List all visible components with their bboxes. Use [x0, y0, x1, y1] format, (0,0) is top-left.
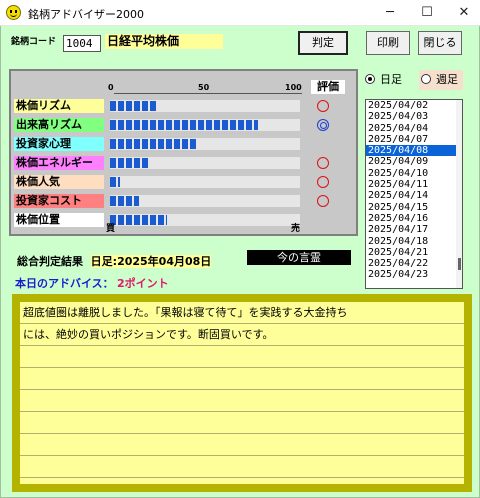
- eval-circle-icon: [317, 176, 329, 188]
- indicator-bar-track: [110, 100, 300, 112]
- indicator-label: 投資家心理: [14, 137, 104, 151]
- advice-value: 2ポイント: [117, 277, 169, 290]
- indicator-bar-fill: [110, 101, 158, 111]
- date-list-scrollbar[interactable]: [456, 100, 462, 288]
- radio-weekly[interactable]: 週足: [419, 70, 463, 90]
- summary-date: 日足:2025年04月08日: [90, 255, 212, 268]
- indicator-bar-fill: [110, 196, 139, 206]
- indicator-bar-track: [110, 195, 300, 207]
- indicator-bar-fill: [110, 215, 167, 225]
- summary-result: 総合判定結果 日足:2025年04月08日: [17, 253, 212, 269]
- indicator-bar-fill: [110, 158, 150, 168]
- indicator-bar-track: [110, 214, 300, 226]
- eval-circle-icon: [317, 157, 329, 169]
- date-list-item[interactable]: 2025/04/09: [366, 156, 462, 167]
- radio-daily-label: 日足: [380, 73, 402, 86]
- indicator-label: 株価位置: [14, 213, 104, 227]
- maximize-button[interactable]: ☐: [409, 0, 445, 26]
- sell-axis-label: 売: [291, 224, 301, 234]
- print-button[interactable]: 印刷: [366, 31, 410, 55]
- code-label: 銘柄コード: [11, 37, 57, 47]
- message-frame: 超底値圏は離脱しました。「果報は寝て待て」を実践する大金持ち には、絶妙の買いポ…: [12, 294, 472, 492]
- radio-daily-dot[interactable]: [365, 74, 375, 84]
- scale-min-label: 0: [108, 83, 114, 92]
- date-list-item[interactable]: 2025/04/21: [366, 247, 462, 258]
- date-list-item[interactable]: 2025/04/08: [366, 145, 462, 157]
- date-list-item[interactable]: 2025/04/10: [366, 168, 462, 179]
- indicator-bar-track: [110, 138, 300, 150]
- radio-weekly-dot[interactable]: [421, 74, 431, 84]
- date-list-item[interactable]: 2025/04/18: [366, 236, 462, 247]
- message-line: 超底値圏は離脱しました。「果報は寝て待て」を実践する大金持ち: [23, 306, 348, 319]
- date-list-item[interactable]: 2025/04/15: [366, 202, 462, 213]
- close-window-button[interactable]: ✕: [446, 0, 480, 26]
- indicator-label: 株価エネルギー: [14, 156, 104, 170]
- eval-circle-icon: [317, 195, 329, 207]
- date-listbox[interactable]: 2025/04/02 2025/04/03 2025/04/04 2025/04/07…: [365, 99, 463, 289]
- indicator-bar-track: [110, 119, 300, 131]
- date-list-item[interactable]: 2025/04/14: [366, 190, 462, 201]
- buy-axis-label: 買: [106, 224, 116, 234]
- radio-weekly-label: 週足: [436, 73, 458, 86]
- message-box: 超底値圏は離脱しました。「果報は寝て待て」を実践する大金持ち には、絶妙の買いポ…: [20, 302, 464, 484]
- scale-max-label: 100: [285, 83, 302, 92]
- date-list-item[interactable]: 2025/04/17: [366, 224, 462, 235]
- indicator-bar-track: [110, 176, 300, 188]
- date-list-item[interactable]: 2025/04/07: [366, 134, 462, 145]
- indicator-bar-fill: [110, 177, 120, 187]
- indicator-label: 出来高リズム: [14, 118, 104, 132]
- radio-daily[interactable]: 日足: [365, 70, 409, 90]
- date-list-item[interactable]: 2025/04/22: [366, 258, 462, 269]
- close-button[interactable]: 閉じる: [418, 31, 462, 55]
- date-list-item[interactable]: 2025/04/11: [366, 179, 462, 190]
- app-client-area: 銘柄コード 1004 日経平均株価 判定 印刷 閉じる 0 50 100 評価 …: [0, 26, 480, 498]
- indicator-bar-fill: [110, 120, 258, 130]
- indicator-label: 株価人気: [14, 175, 104, 189]
- date-list-scroll-thumb[interactable]: [458, 258, 461, 270]
- code-input[interactable]: 1004: [63, 35, 101, 52]
- indicator-bar-track: [110, 157, 300, 169]
- title-bar: 銘柄アドバイザー2000 ─ ☐ ✕: [0, 0, 480, 26]
- minimize-button[interactable]: ─: [372, 0, 408, 26]
- eval-double-circle-icon: [317, 119, 329, 131]
- eval-header: 評価: [311, 80, 345, 94]
- date-list-item[interactable]: 2025/04/03: [366, 111, 462, 122]
- window-title: 銘柄アドバイザー2000: [28, 8, 144, 21]
- advice-label: 本日のアドバイス：: [15, 277, 114, 290]
- date-list-item[interactable]: 2025/04/23: [366, 269, 462, 280]
- scale-line: [114, 93, 302, 94]
- indicator-panel: 0 50 100 評価 株価リズム出来高リズム 投資家心理株価エネルギー 株価人気投…: [9, 69, 358, 236]
- quote-button[interactable]: 今の言霊: [247, 250, 351, 265]
- date-list-item[interactable]: 2025/04/02: [366, 100, 462, 111]
- message-line: には、絶妙の買いポジションです。断固買いです。: [23, 328, 274, 341]
- stock-name: 日経平均株価: [105, 34, 223, 49]
- indicator-bar-fill: [110, 139, 196, 149]
- indicator-label: 株価リズム: [14, 99, 104, 113]
- date-list-item[interactable]: 2025/04/16: [366, 213, 462, 224]
- scale-mid-label: 50: [198, 83, 210, 92]
- summary-label: 総合判定結果: [17, 255, 83, 268]
- smiley-app-icon: [6, 5, 21, 20]
- date-list-item[interactable]: 2025/04/04: [366, 123, 462, 134]
- indicator-label: 投資家コスト: [14, 194, 104, 208]
- eval-circle-icon: [317, 100, 329, 112]
- judge-button[interactable]: 判定: [298, 31, 348, 55]
